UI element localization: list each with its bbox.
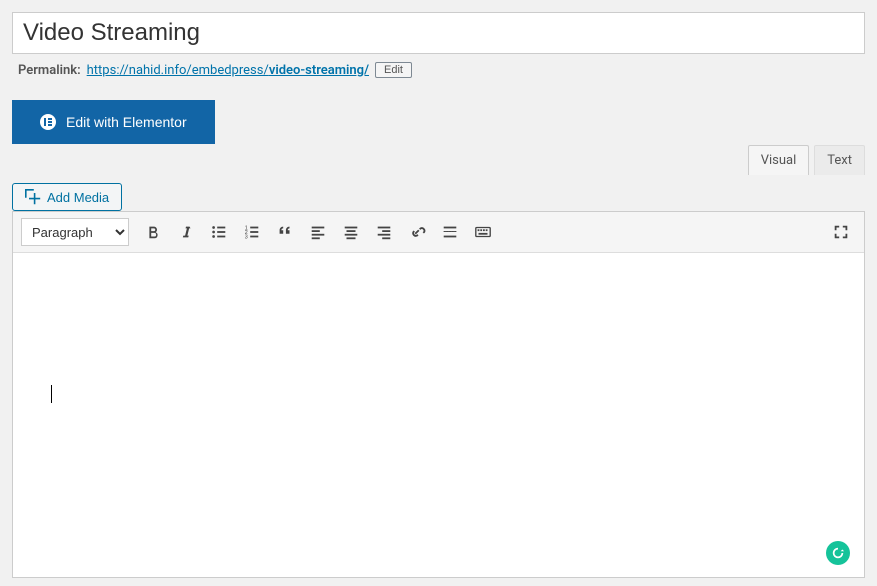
post-title-input[interactable] [12,12,865,54]
bullet-list-button[interactable] [204,218,234,246]
permalink-link[interactable]: https://nahid.info/embedpress/video-stre… [87,63,369,78]
editor-tabs: Visual Text [748,145,865,175]
quote-icon [276,223,294,241]
editor-box: Paragraph 123 [12,211,865,578]
text-cursor [51,385,52,403]
editor-toolbar: Paragraph 123 [13,212,864,253]
toolbar-toggle-button[interactable] [468,218,498,246]
bold-button[interactable] [138,218,168,246]
permalink-row: Permalink: https://nahid.info/embedpress… [12,54,865,86]
read-more-icon [441,223,459,241]
read-more-button[interactable] [435,218,465,246]
elementor-button-label: Edit with Elementor [66,114,187,130]
bullet-list-icon [210,223,228,241]
add-media-button[interactable]: Add Media [12,183,122,211]
align-left-icon [309,223,327,241]
editor-content-area[interactable] [13,253,864,577]
numbered-list-button[interactable]: 123 [237,218,267,246]
permalink-base: https://nahid.info/embedpress/ [87,63,269,78]
format-select[interactable]: Paragraph [21,218,129,246]
tab-text[interactable]: Text [814,145,865,175]
keyboard-icon [474,223,492,241]
italic-button[interactable] [171,218,201,246]
fullscreen-icon [832,223,850,241]
grammarly-badge[interactable] [826,541,850,565]
fullscreen-button[interactable] [826,218,856,246]
align-right-button[interactable] [369,218,399,246]
link-icon [408,223,426,241]
tab-visual[interactable]: Visual [748,145,810,175]
grammarly-icon [831,546,845,560]
add-media-label: Add Media [47,190,109,205]
italic-icon [177,223,195,241]
permalink-label: Permalink: [18,63,81,78]
edit-slug-button[interactable]: Edit [375,62,412,78]
numbered-list-icon: 123 [243,223,261,241]
editor-wrapper: Add Media Visual Text Paragraph 123 [12,178,865,578]
edit-with-elementor-button[interactable]: Edit with Elementor [12,100,215,144]
permalink-slug: video-streaming/ [269,63,369,78]
align-left-button[interactable] [303,218,333,246]
elementor-icon [40,114,56,130]
align-right-icon [375,223,393,241]
media-icon [25,189,41,205]
svg-text:3: 3 [245,234,248,240]
bold-icon [144,223,162,241]
align-center-icon [342,223,360,241]
align-center-button[interactable] [336,218,366,246]
blockquote-button[interactable] [270,218,300,246]
link-button[interactable] [402,218,432,246]
